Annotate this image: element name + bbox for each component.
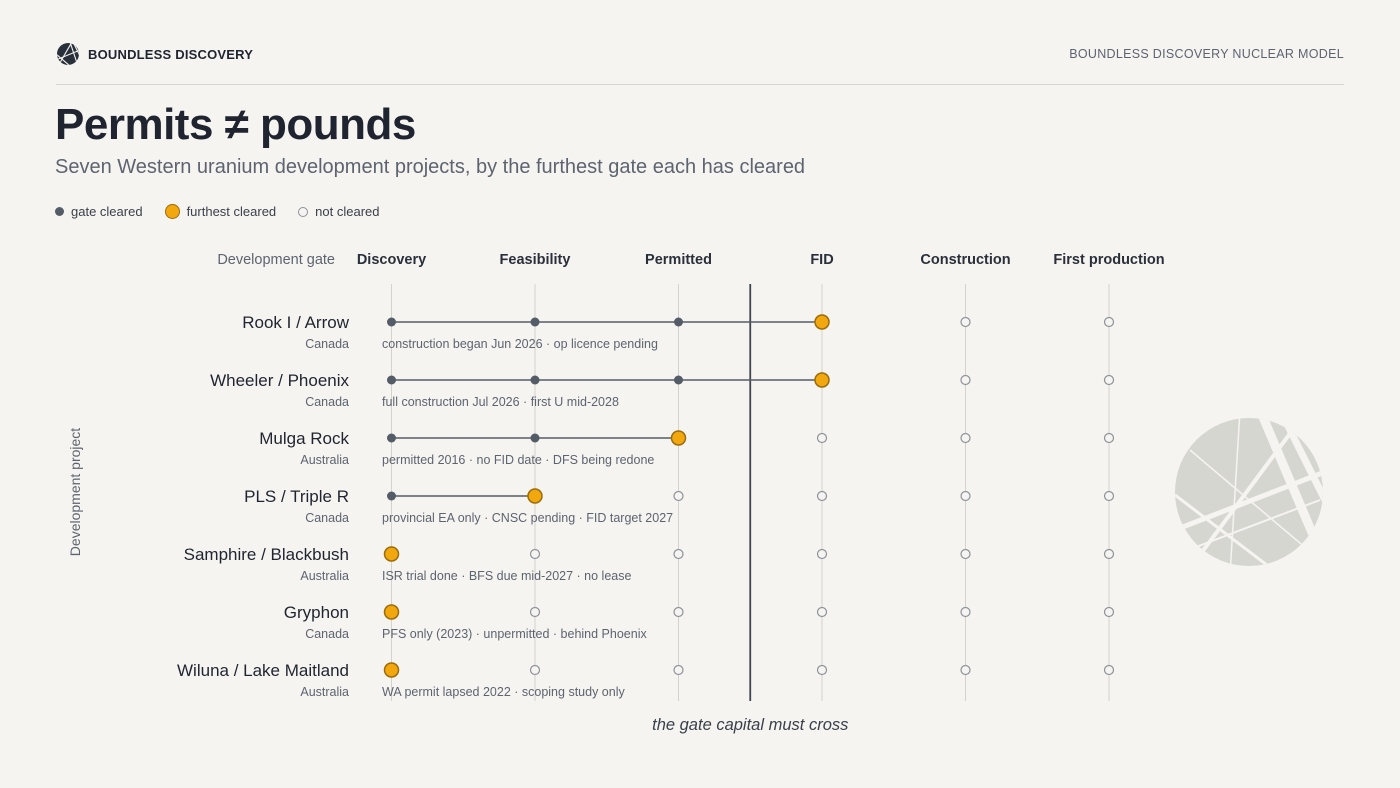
project-name-samphire-blackbush: Samphire / Blackbush <box>184 545 349 564</box>
not-cleared-dot-samphire-blackbush-fid <box>816 548 828 560</box>
gate-header-permitted: Permitted <box>645 252 712 268</box>
furthest-dot-gryphon-discovery <box>383 604 400 620</box>
project-note-wiluna-lake-maitland: WA permit lapsed 2022 · scoping study on… <box>382 685 625 699</box>
gate-chart: Development gate Discovery Feasibility Perm… <box>177 252 1323 734</box>
project-country-pls-triple-r: Canada <box>305 511 349 525</box>
not-cleared-dot-wiluna-lake-maitland-fid <box>816 664 828 676</box>
gate-header-first-production: First production <box>1053 252 1164 268</box>
furthest-dot-wheeler-phoenix-fid <box>814 372 830 388</box>
not-cleared-dot-wheeler-phoenix-construction <box>960 374 971 386</box>
not-cleared-dot-wiluna-lake-maitland-first-production <box>1103 664 1115 676</box>
project-name-pls-triple-r: PLS / Triple R <box>244 487 349 506</box>
cleared-dot-mulga-rock-discovery <box>387 433 396 443</box>
project-note-wheeler-phoenix: full construction Jul 2026 · first U mid… <box>382 395 619 409</box>
not-cleared-dot-gryphon-fid <box>816 606 828 618</box>
project-note-gryphon: PFS only (2023) · unpermitted · behind P… <box>382 627 647 641</box>
project-country-rook-i-arrow: Canada <box>305 337 349 351</box>
furthest-dot-mulga-rock-permitted <box>670 430 687 446</box>
gate-header-fid: FID <box>810 252 833 268</box>
x-axis-label: Development gate <box>217 252 335 268</box>
not-cleared-dot-gryphon-first-production <box>1103 606 1115 618</box>
cleared-dot-wheeler-phoenix-discovery <box>387 375 396 385</box>
not-cleared-dot-pls-triple-r-construction <box>960 490 971 502</box>
cleared-dot-rook-i-arrow-discovery <box>387 317 396 327</box>
project-country-samphire-blackbush: Australia <box>300 569 349 583</box>
threshold-annotation: the gate capital must cross <box>652 716 848 734</box>
project-name-gryphon: Gryphon <box>284 603 349 622</box>
not-cleared-dot-rook-i-arrow-construction <box>960 316 971 328</box>
project-note-mulga-rock: permitted 2016 · no FID date · DFS being… <box>382 453 654 467</box>
cleared-dot-rook-i-arrow-feasibility <box>530 317 540 327</box>
gate-header-discovery: Discovery <box>357 252 426 268</box>
not-cleared-dot-mulga-rock-fid <box>816 432 828 444</box>
not-cleared-dot-wiluna-lake-maitland-construction <box>960 664 971 676</box>
cleared-dot-rook-i-arrow-permitted <box>674 317 683 327</box>
not-cleared-dot-samphire-blackbush-first-production <box>1103 548 1115 560</box>
not-cleared-dot-pls-triple-r-permitted <box>673 490 684 502</box>
gate-header-construction: Construction <box>920 252 1010 268</box>
project-country-wiluna-lake-maitland: Australia <box>300 685 349 699</box>
cleared-dot-wheeler-phoenix-feasibility <box>530 375 540 385</box>
project-name-mulga-rock: Mulga Rock <box>259 429 349 448</box>
project-name-rook-i-arrow: Rook I / Arrow <box>242 313 349 332</box>
not-cleared-dot-rook-i-arrow-first-production <box>1103 316 1115 328</box>
not-cleared-dot-gryphon-permitted <box>673 606 684 618</box>
gate-header-feasibility: Feasibility <box>500 252 571 268</box>
project-country-mulga-rock: Australia <box>300 453 349 467</box>
furthest-dot-pls-triple-r-feasibility <box>527 488 543 504</box>
furthest-dot-wiluna-lake-maitland-discovery <box>383 662 400 678</box>
not-cleared-dot-mulga-rock-first-production <box>1103 432 1115 444</box>
not-cleared-dot-wheeler-phoenix-first-production <box>1103 374 1115 386</box>
project-note-pls-triple-r: provincial EA only · CNSC pending · FID … <box>382 511 673 525</box>
not-cleared-dot-gryphon-construction <box>960 606 971 618</box>
not-cleared-dot-pls-triple-r-first-production <box>1103 490 1115 502</box>
not-cleared-dot-wiluna-lake-maitland-feasibility <box>529 664 541 676</box>
furthest-dot-rook-i-arrow-fid <box>814 314 830 330</box>
cleared-dot-mulga-rock-feasibility <box>530 433 540 443</box>
not-cleared-dot-mulga-rock-construction <box>960 432 971 444</box>
not-cleared-dot-gryphon-feasibility <box>529 606 541 618</box>
project-country-wheeler-phoenix: Canada <box>305 395 349 409</box>
not-cleared-dot-samphire-blackbush-construction <box>960 548 971 560</box>
not-cleared-dot-samphire-blackbush-feasibility <box>529 548 541 560</box>
project-country-gryphon: Canada <box>305 627 349 641</box>
cleared-dot-pls-triple-r-discovery <box>387 491 396 501</box>
project-note-rook-i-arrow: construction began Jun 2026 · op licence… <box>382 337 658 351</box>
project-note-samphire-blackbush: ISR trial done · BFS due mid-2027 · no l… <box>382 569 631 583</box>
project-name-wheeler-phoenix: Wheeler / Phoenix <box>210 371 349 390</box>
cleared-dot-wheeler-phoenix-permitted <box>674 375 683 385</box>
furthest-dot-samphire-blackbush-discovery <box>383 546 400 562</box>
project-name-wiluna-lake-maitland: Wiluna / Lake Maitland <box>177 661 349 680</box>
not-cleared-dot-samphire-blackbush-permitted <box>673 548 684 560</box>
not-cleared-dot-pls-triple-r-fid <box>816 490 828 502</box>
not-cleared-dot-wiluna-lake-maitland-permitted <box>673 664 684 676</box>
